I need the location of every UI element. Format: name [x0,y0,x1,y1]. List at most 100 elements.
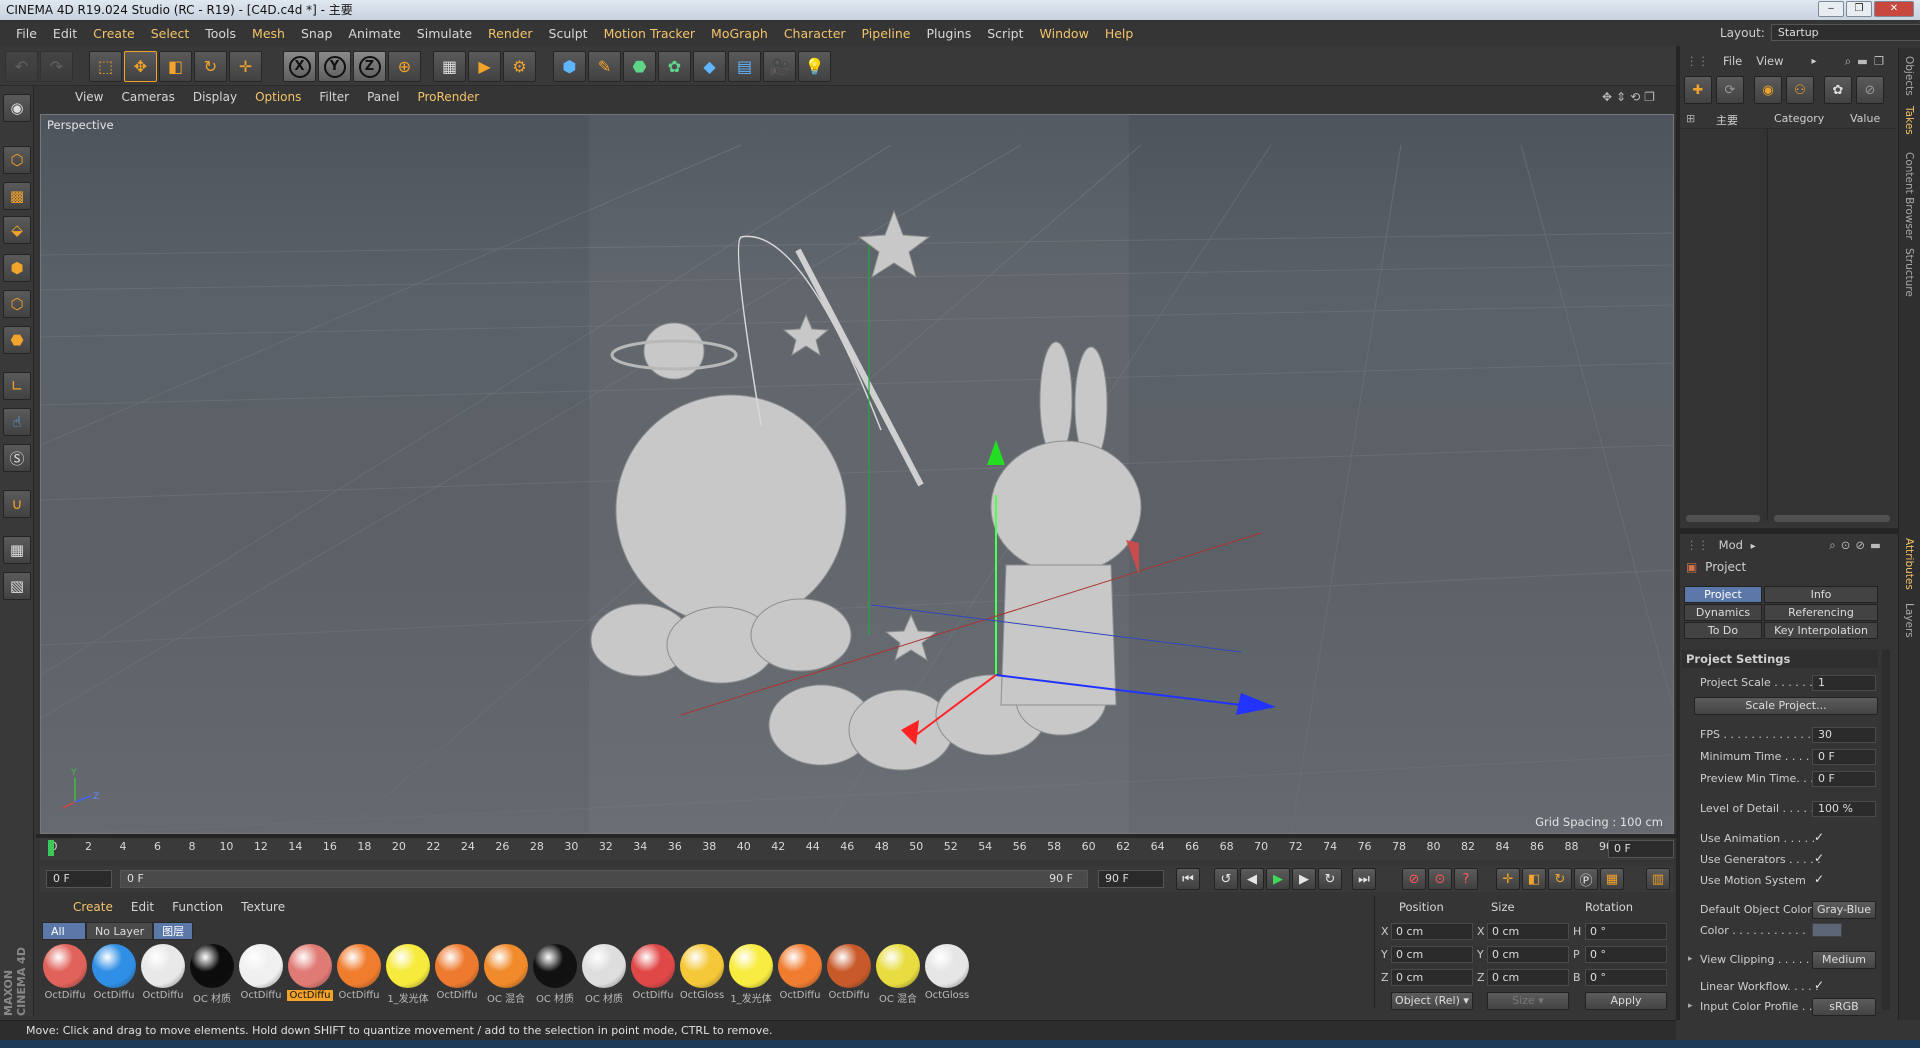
rot-b-field[interactable]: 0 ° [1585,969,1667,986]
use-generators-checkbox[interactable]: ✓ [1814,851,1824,865]
viewport-menu-filter[interactable]: Filter [310,90,358,104]
menu-character[interactable]: Character [776,26,854,41]
undo-icon[interactable]: ↶ [5,51,38,82]
polygons-mode-icon[interactable]: ⬣ [3,326,31,354]
x-axis-lock-icon[interactable]: X [283,51,316,82]
redo-icon[interactable]: ↷ [40,51,73,82]
viewport-menu-view[interactable]: View [66,90,112,104]
key-rotation-icon[interactable]: ↻ [1548,868,1572,890]
tab-referencing[interactable]: Referencing [1764,604,1878,621]
object-menu-view[interactable]: View [1756,54,1783,68]
material-item[interactable]: 1_发光体 [728,944,774,1005]
tab-layers[interactable]: Layers [1903,603,1915,638]
override-icon[interactable]: ◉ [1754,76,1782,104]
menu-animate[interactable]: Animate [340,26,408,41]
menu-file[interactable]: File [8,26,45,41]
minimum-time-field[interactable]: 0 F [1812,749,1876,765]
menu-render[interactable]: Render [480,26,541,41]
size-mode-dropdown[interactable]: Size ▾ [1487,992,1569,1010]
size-z-field[interactable]: 0 cm [1487,969,1569,986]
material-item[interactable]: OctDiffu [434,944,480,1005]
project-scale-field[interactable]: 1 [1812,675,1876,691]
next-key-icon[interactable]: ↻ [1318,868,1342,890]
menu-sculpt[interactable]: Sculpt [541,26,596,41]
material-item[interactable]: OC 混合 [483,944,529,1005]
material-item[interactable]: 1_发光体 [385,944,431,1005]
close-button[interactable]: ✕ [1874,1,1914,17]
go-to-start-icon[interactable]: ⏮ [1176,868,1200,890]
layout-dropdown[interactable]: Startup▾ [1770,24,1920,41]
material-item[interactable]: OctDiffu [42,944,88,1005]
object-manager-tool-icons[interactable]: ⌕▬❐ [1845,54,1891,69]
render-take-icon[interactable]: ✿ [1824,76,1852,104]
horizontal-scrollbar-right[interactable] [1774,515,1890,522]
preview-range-slider[interactable]: 0 F 90 F [120,870,1088,888]
use-motion-system-checkbox[interactable]: ✓ [1814,872,1824,886]
tab-project-settings[interactable]: Project Settings [1684,586,1762,617]
previous-frame-icon[interactable]: ◀ [1240,868,1264,890]
material-filter-tab[interactable]: No Layer [86,922,154,940]
chevron-right-icon[interactable]: ▸ [1751,541,1756,552]
move-tool-icon[interactable]: ✥ [124,51,157,82]
go-to-end-icon[interactable]: ⏭ [1352,868,1376,890]
tab-structure[interactable]: Structure [1903,248,1915,297]
rotate-tool-icon[interactable]: ↻ [194,51,227,82]
cube-icon[interactable]: ⬢ [553,51,586,82]
tab-key-interpolation[interactable]: Key Interpolation [1764,622,1878,639]
attribute-tool-icons[interactable]: ⌕⊙⊘▬ [1829,538,1886,552]
play-icon[interactable]: ▶ [1266,868,1290,890]
points-mode-icon[interactable]: ⬢ [3,254,31,282]
horizontal-scrollbar-left[interactable] [1686,515,1760,522]
material-item[interactable]: OctDiffu [287,944,333,1005]
expand-triangle-icon[interactable]: ▸ [1688,1001,1693,1011]
menu-simulate[interactable]: Simulate [409,26,480,41]
tweak-mode-icon[interactable]: ☝ [3,408,31,436]
key-scale-icon[interactable]: ◧ [1522,868,1546,890]
live-selection-icon[interactable]: ⬚ [89,51,122,82]
perspective-viewport[interactable]: Perspective Y Z Grid Spacing: 100 cm [40,114,1674,834]
texture-mode-icon[interactable]: ▩ [3,182,31,210]
last-tool-icon[interactable]: ✛ [229,51,262,82]
attribute-scrollbar[interactable] [1882,650,1890,1010]
key-pla-icon[interactable]: ▦ [1600,868,1624,890]
viewport-menu-prorender[interactable]: ProRender [408,90,488,104]
material-item[interactable]: OC 材质 [189,944,235,1005]
material-item[interactable]: OC 混合 [875,944,921,1005]
snap-icon[interactable]: Ⓢ [3,444,31,472]
clone-take-icon[interactable]: ⟳ [1716,76,1744,104]
material-item[interactable]: OctDiffu [336,944,382,1005]
edges-mode-icon[interactable]: ⬡ [3,290,31,318]
make-editable-icon[interactable]: ◉ [3,94,31,122]
autokey-icon[interactable]: ⊙ [1428,868,1452,890]
render-view-icon[interactable]: ▦ [433,51,466,82]
use-animation-checkbox[interactable]: ✓ [1814,830,1824,844]
material-item[interactable]: OctDiffu [140,944,186,1005]
color-swatch[interactable] [1812,923,1842,937]
rot-p-field[interactable]: 0 ° [1585,946,1667,963]
camera-icon[interactable]: 🎥 [763,51,796,82]
viewport-menu-display[interactable]: Display [184,90,246,104]
keyframe-selection-icon[interactable]: ? [1454,868,1478,890]
material-item[interactable]: OC 材质 [532,944,578,1005]
render-settings-icon[interactable]: ⚙ [503,51,536,82]
render-picture-viewer-icon[interactable]: ▶ [468,51,501,82]
maximize-button[interactable]: ❐ [1846,1,1872,17]
menu-pipeline[interactable]: Pipeline [854,26,919,41]
takes-tree[interactable] [1680,128,1896,522]
menu-snap[interactable]: Snap [293,26,340,41]
material-item[interactable]: OctGloss [924,944,970,1005]
lock-take-icon[interactable]: ⊘ [1856,76,1884,104]
tab-dynamics[interactable]: Dynamics [1684,604,1762,621]
deformer-icon[interactable]: ◆ [693,51,726,82]
linear-workflow-checkbox[interactable]: ✓ [1814,978,1824,992]
tab-attributes[interactable]: Attributes [1903,538,1915,590]
end-frame-field[interactable]: 90 F [1098,870,1164,888]
pos-z-field[interactable]: 0 cm [1391,969,1473,986]
viewport-menu-options[interactable]: Options [246,90,310,104]
timeline-window-icon[interactable]: ▥ [1646,868,1670,890]
minimize-button[interactable]: ‒ [1818,1,1844,17]
menu-create[interactable]: Create [85,26,143,41]
menu-script[interactable]: Script [979,26,1031,41]
object-menu-file[interactable]: File [1723,54,1742,68]
size-x-field[interactable]: 0 cm [1487,923,1569,940]
